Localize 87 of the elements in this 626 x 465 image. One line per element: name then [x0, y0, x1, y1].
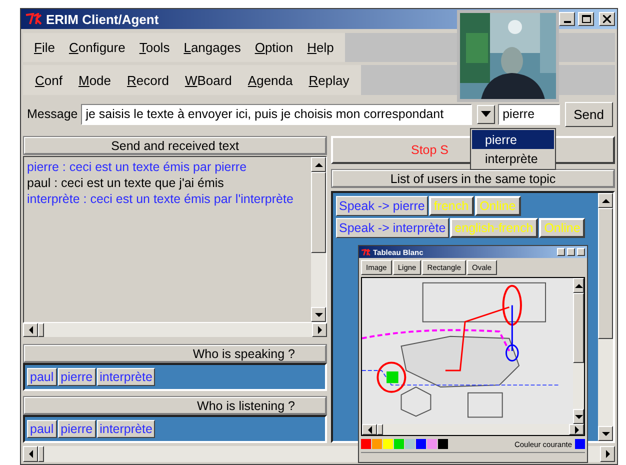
- toolbar-button[interactable]: WBoard: [176, 70, 240, 90]
- color-swatch[interactable]: [427, 439, 437, 449]
- chat-message: paul : ceci est un texte que j'ai émis: [27, 176, 225, 190]
- arrow-icon: [602, 432, 610, 436]
- scroll-arrow-button[interactable]: [311, 157, 326, 172]
- toolbar-button[interactable]: Mode: [70, 70, 120, 90]
- arrow-icon: [28, 326, 32, 334]
- panel-header: Who is listening ?: [197, 398, 295, 412]
- speak-button[interactable]: Speak -> interprète: [336, 218, 449, 238]
- scrollbar-thumb[interactable]: [38, 446, 44, 462]
- language-label: french: [428, 196, 474, 216]
- arrow-icon: [368, 426, 372, 434]
- close-button[interactable]: [599, 12, 615, 26]
- arrow-icon: [602, 198, 610, 202]
- caret-icon: [480, 111, 491, 117]
- color-swatch[interactable]: [372, 439, 382, 449]
- maximize-button[interactable]: [578, 12, 594, 26]
- chat-message: pierre : ceci est un texte émis par pierre: [27, 160, 248, 174]
- maximize-button[interactable]: [567, 248, 575, 256]
- scroll-arrow-button[interactable]: [311, 307, 326, 322]
- menu-item[interactable]: Tools: [132, 38, 177, 57]
- color-swatch[interactable]: [405, 439, 415, 449]
- menu-item[interactable]: Option: [248, 38, 300, 57]
- panel-header: Who is speaking ?: [192, 346, 295, 360]
- arrow-icon: [28, 450, 32, 458]
- scroll-arrow-button[interactable]: [573, 409, 584, 424]
- scrollbar-thumb[interactable]: [311, 172, 326, 253]
- menu-item[interactable]: Help: [300, 38, 341, 57]
- arrow-icon: [318, 326, 322, 334]
- toolbar-button[interactable]: Record: [119, 70, 177, 90]
- dropdown-button[interactable]: [477, 104, 495, 124]
- scroll-arrow-button[interactable]: [23, 446, 38, 462]
- color-swatch[interactable]: [383, 439, 393, 449]
- chat-message: interprète : ceci est un texte émis par l'interprète: [27, 192, 294, 206]
- user-button[interactable]: pierre: [58, 368, 96, 386]
- toolbar-button[interactable]: Conf: [27, 70, 70, 90]
- app-logo-icon: [25, 13, 43, 25]
- message-label: Message: [27, 107, 78, 121]
- window-title: ERIM Client/Agent: [46, 12, 160, 26]
- status-label: Online: [539, 218, 586, 238]
- panel-header: List of users in the same topic: [390, 172, 556, 186]
- arrow-icon: [606, 450, 610, 458]
- user-button[interactable]: pierre: [58, 420, 96, 438]
- toolbar-button[interactable]: Replay: [300, 70, 358, 90]
- language-label: english-french: [450, 218, 538, 238]
- minimize-icon: [564, 21, 570, 23]
- menu-item[interactable]: File: [27, 38, 62, 57]
- scroll-arrow-button[interactable]: [573, 278, 584, 293]
- color-swatch[interactable]: [394, 439, 404, 449]
- close-button[interactable]: [577, 248, 585, 256]
- arrow-icon: [314, 312, 322, 316]
- color-swatch[interactable]: [416, 439, 426, 449]
- close-icon: [603, 15, 611, 23]
- menu-item[interactable]: Langages: [176, 38, 248, 57]
- speak-button[interactable]: Speak -> pierre: [336, 196, 428, 216]
- recipient-field[interactable]: pierre: [498, 104, 560, 124]
- scrollbar-thumb[interactable]: [598, 208, 613, 339]
- message-field[interactable]: je saisis le texte à envoyer ici, puis je choisis mon correspondant: [80, 104, 472, 124]
- arrow-icon: [314, 162, 322, 166]
- dropdown-option[interactable]: interprète: [472, 149, 554, 168]
- user-button[interactable]: interprète: [96, 368, 156, 386]
- send-button[interactable]: Send: [564, 102, 613, 126]
- scroll-arrow-button[interactable]: [362, 424, 377, 435]
- menu-item[interactable]: Configure: [62, 38, 132, 57]
- maximize-icon: [582, 15, 590, 23]
- dropdown-option[interactable]: pierre: [472, 130, 554, 149]
- scroll-arrow-button[interactable]: [23, 323, 38, 337]
- scroll-arrow-button[interactable]: [569, 424, 584, 435]
- toolbar-button[interactable]: Agenda: [240, 70, 301, 90]
- scrollbar-thumb[interactable]: [38, 323, 44, 337]
- user-button[interactable]: paul: [27, 368, 57, 386]
- scroll-arrow-button[interactable]: [600, 446, 615, 462]
- scroll-arrow-button[interactable]: [598, 193, 613, 208]
- user-button[interactable]: paul: [27, 420, 57, 438]
- panel-header: Send and received text: [111, 138, 239, 152]
- color-swatch[interactable]: [438, 439, 448, 449]
- scroll-arrow-button[interactable]: [312, 323, 327, 337]
- scrollbar-thumb[interactable]: [573, 293, 584, 363]
- status-label: Online: [474, 196, 521, 216]
- user-button[interactable]: interprète: [96, 420, 156, 438]
- app-logo-icon: [361, 248, 371, 256]
- scroll-arrow-button[interactable]: [598, 426, 613, 441]
- minimize-button[interactable]: [559, 12, 575, 26]
- color-swatch[interactable]: [361, 439, 371, 449]
- arrow-icon: [574, 284, 582, 288]
- scrollbar-thumb[interactable]: [377, 424, 383, 435]
- minimize-button[interactable]: [557, 248, 565, 256]
